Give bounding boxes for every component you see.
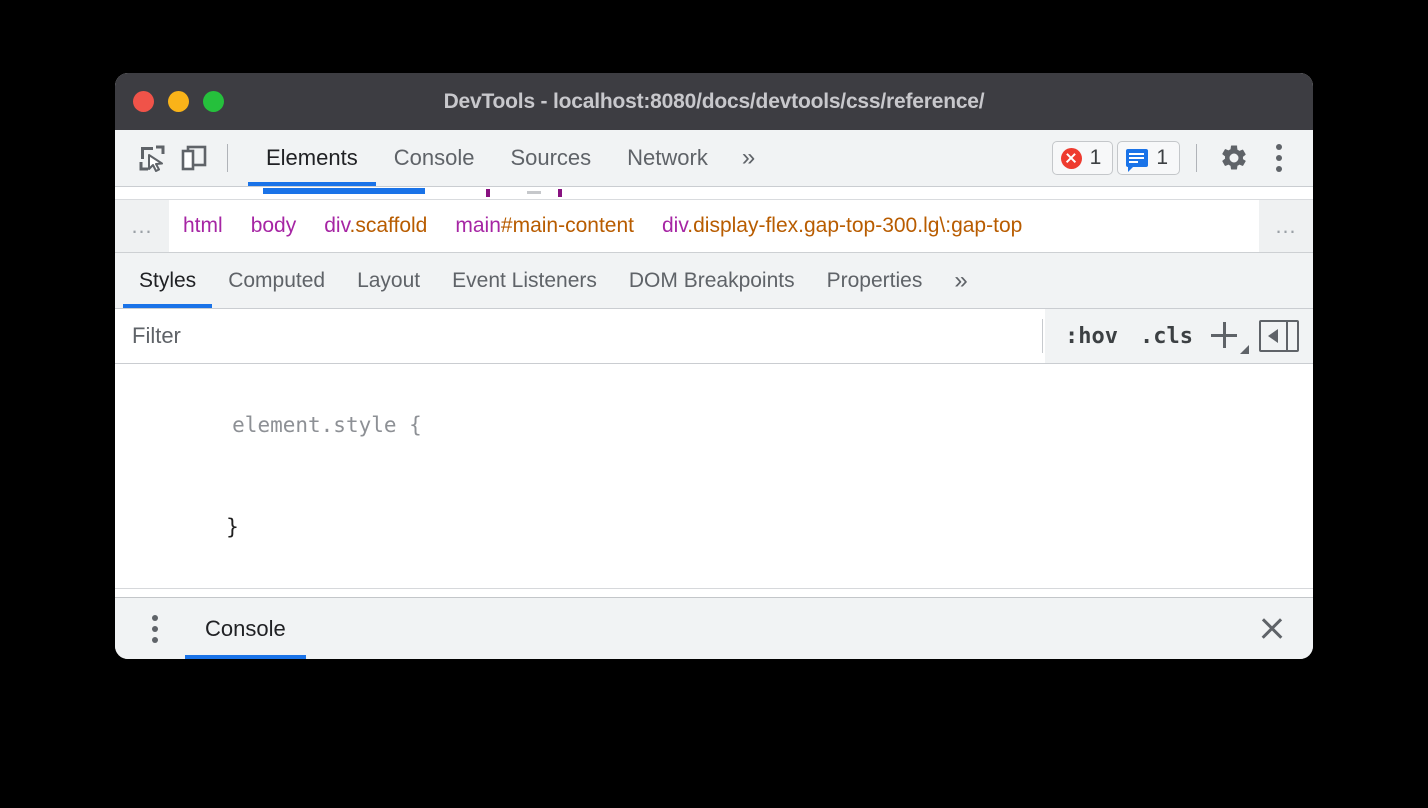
tab-dom-breakpoints-label: DOM Breakpoints <box>629 269 795 293</box>
tab-sources-label: Sources <box>510 145 591 171</box>
breadcrumb-overflow-right[interactable]: … <box>1259 200 1313 252</box>
window-title: DevTools - localhost:8080/docs/devtools/… <box>115 90 1313 114</box>
styles-rules-list: element.style { } @supports not (backgro… <box>115 364 1313 589</box>
breadcrumb-item-div-display-flex[interactable]: div.display-flex.gap-top-300.lg\:gap-top <box>648 214 1036 238</box>
tab-network[interactable]: Network <box>609 130 726 186</box>
drawer-tab-console[interactable]: Console <box>185 598 306 659</box>
plus-icon[interactable] <box>1205 316 1251 356</box>
zoom-window-button[interactable] <box>203 91 224 112</box>
breadcrumb-suffix: #main-content <box>501 214 634 237</box>
tab-computed-label: Computed <box>228 269 325 293</box>
message-count-badge[interactable]: 1 <box>1117 141 1180 175</box>
styles-filter-row: :hov .cls <box>115 309 1313 364</box>
tab-layout-label: Layout <box>357 269 420 293</box>
tab-console[interactable]: Console <box>376 130 493 186</box>
breadcrumb-item-main-content[interactable]: main#main-content <box>441 214 648 238</box>
dom-text-fragment <box>527 191 541 194</box>
toolbar-divider-right <box>1196 144 1197 172</box>
breadcrumb-item-body[interactable]: body <box>237 214 311 238</box>
more-panes-icon[interactable]: » <box>938 267 980 295</box>
toggle-element-state-button[interactable]: :hov <box>1055 319 1128 354</box>
dom-tag-fragment-1 <box>486 189 490 197</box>
tab-console-label: Console <box>394 145 475 171</box>
selector-text: element.style { <box>232 413 422 437</box>
tab-styles[interactable]: Styles <box>123 253 212 308</box>
toolbar-divider <box>227 144 228 172</box>
breadcrumb-tag: body <box>251 214 297 237</box>
toggle-class-editor-button[interactable]: .cls <box>1130 319 1203 354</box>
tab-sources[interactable]: Sources <box>492 130 609 186</box>
main-menu-kebab-icon[interactable] <box>1259 137 1299 179</box>
message-count-label: 1 <box>1156 146 1168 170</box>
message-icon <box>1126 149 1148 167</box>
tab-event-listeners-label: Event Listeners <box>452 269 597 293</box>
tab-elements[interactable]: Elements <box>248 130 376 186</box>
panel-tab-list: Elements Console Sources Network » <box>248 130 768 186</box>
traffic-light-group <box>133 91 224 112</box>
close-icon[interactable] <box>1253 610 1291 648</box>
breadcrumb-tag: div <box>324 214 349 237</box>
tab-styles-label: Styles <box>139 269 196 293</box>
breadcrumb-suffix: .scaffold <box>350 214 428 237</box>
filter-action-group: :hov .cls <box>1045 309 1313 363</box>
tab-properties[interactable]: Properties <box>811 253 939 308</box>
error-icon <box>1061 148 1082 169</box>
drawer-tab-console-label: Console <box>205 616 286 642</box>
toggle-sidebar-icon[interactable] <box>1259 320 1299 352</box>
minimize-window-button[interactable] <box>168 91 189 112</box>
error-count-label: 1 <box>1090 146 1102 170</box>
toolbar-right-group: 1 1 <box>1052 137 1299 179</box>
more-panels-icon[interactable]: » <box>726 144 768 172</box>
tab-layout[interactable]: Layout <box>341 253 436 308</box>
tab-computed[interactable]: Computed <box>212 253 341 308</box>
window-titlebar: DevTools - localhost:8080/docs/devtools/… <box>115 73 1313 130</box>
breadcrumb-tag: div <box>662 214 687 237</box>
error-count-badge[interactable]: 1 <box>1052 141 1114 175</box>
tab-dom-breakpoints[interactable]: DOM Breakpoints <box>613 253 811 308</box>
console-drawer: Console <box>115 597 1313 659</box>
css-rule-selector[interactable]: element.style { <box>115 374 1313 476</box>
close-window-button[interactable] <box>133 91 154 112</box>
breadcrumb-overflow-left[interactable]: … <box>115 200 169 252</box>
css-rule-element-style: element.style { } <box>115 372 1313 582</box>
dom-selection-highlight <box>263 188 425 194</box>
breadcrumb-tag: html <box>183 214 223 237</box>
devtools-main-toolbar: Elements Console Sources Network » 1 <box>115 130 1313 187</box>
styles-pane-tab-list: Styles Computed Layout Event Listeners D… <box>115 253 1313 309</box>
close-brace: } <box>226 515 239 539</box>
tab-network-label: Network <box>627 145 708 171</box>
breadcrumb-item-html[interactable]: html <box>169 214 237 238</box>
tab-properties-label: Properties <box>827 269 923 293</box>
dom-tree-clipped-row <box>115 187 1313 200</box>
gear-icon[interactable] <box>1213 137 1255 179</box>
filter-divider <box>1042 319 1043 353</box>
breadcrumb-suffix: .display-flex.gap-top-300.lg\:gap-top <box>687 214 1022 237</box>
dom-tag-fragment-2 <box>558 189 562 197</box>
devtools-window: DevTools - localhost:8080/docs/devtools/… <box>115 73 1313 659</box>
drawer-kebab-menu-icon[interactable] <box>135 608 175 650</box>
filter-input[interactable] <box>115 308 1040 364</box>
breadcrumb: … html body div.scaffold main#main-conte… <box>115 200 1313 253</box>
inspect-element-icon[interactable] <box>131 137 173 179</box>
breadcrumb-items: html body div.scaffold main#main-content… <box>169 200 1259 252</box>
tab-event-listeners[interactable]: Event Listeners <box>436 253 613 308</box>
tab-elements-label: Elements <box>266 145 358 171</box>
breadcrumb-item-div-scaffold[interactable]: div.scaffold <box>310 214 441 238</box>
css-rule-close-brace: } <box>115 476 1313 578</box>
device-toolbar-icon[interactable] <box>173 137 215 179</box>
breadcrumb-tag: main <box>455 214 501 237</box>
